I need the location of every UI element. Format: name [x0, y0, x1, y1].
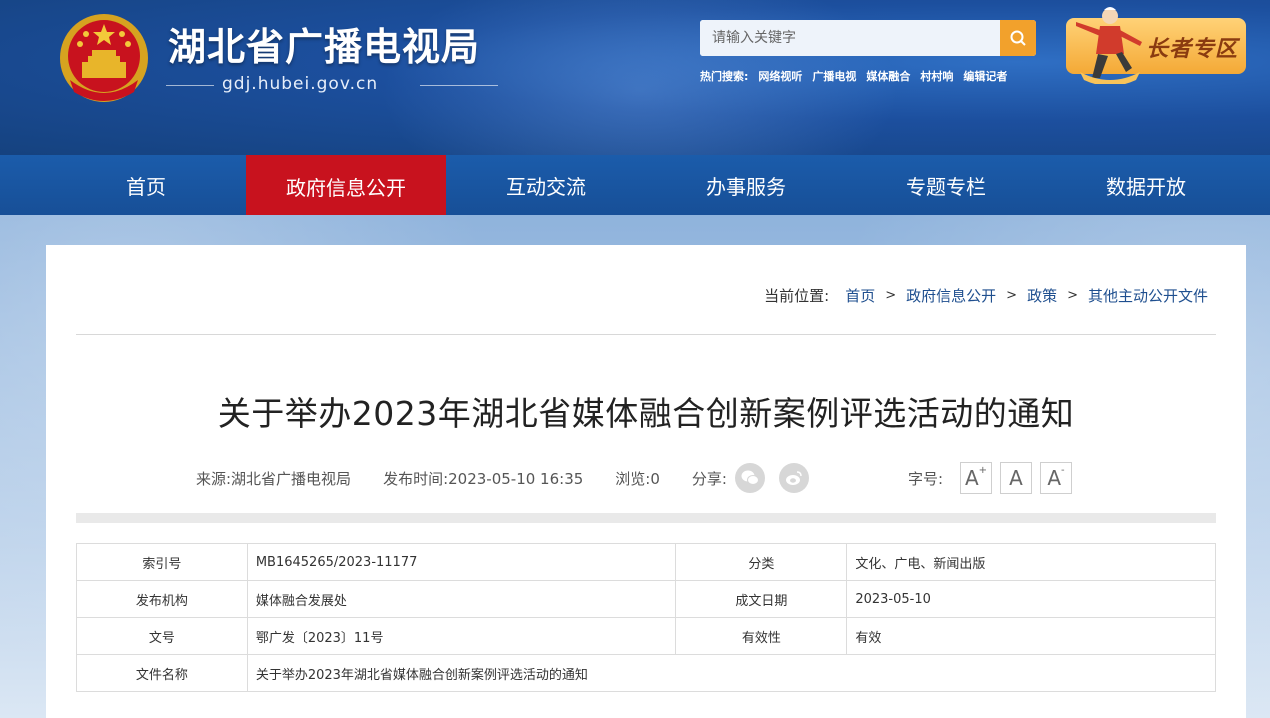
document-info-table: 索引号 MB1645265/2023-11177 分类 文化、广电、新闻出版 发…	[76, 543, 1217, 692]
domain-line-left	[166, 85, 214, 86]
breadcrumb-separator: >	[885, 288, 897, 303]
site-title: 湖北省广播电视局	[168, 25, 481, 69]
font-decrease-button[interactable]: A-	[1040, 462, 1072, 494]
table-value: 文化、广电、新闻出版	[846, 543, 1216, 581]
article-title: 关于举办2023年湖北省媒体融合创新案例评选活动的通知	[217, 394, 1075, 433]
nav-item-gov-info[interactable]: 政府信息公开	[246, 155, 446, 218]
article-publish-time: 发布时间:2023-05-10 16:35	[383, 469, 584, 488]
hot-search-item[interactable]: 编辑记者	[963, 68, 1007, 84]
breadcrumb-item-policy[interactable]: 政策	[1027, 285, 1057, 306]
nav-item-interaction[interactable]: 互动交流	[446, 155, 646, 215]
weibo-share-button[interactable]	[778, 463, 809, 493]
weibo-icon	[785, 471, 802, 485]
breadcrumb-item-other-files[interactable]: 其他主动公开文件	[1088, 285, 1208, 306]
content-card: 当前位置: 首页 > 政府信息公开 > 政策 > 其他主动公开文件 关于举办20…	[46, 245, 1246, 718]
table-value: 鄂广发〔2023〕11号	[246, 617, 677, 655]
search-box	[700, 20, 1036, 56]
hot-search-item[interactable]: 网络视听	[758, 68, 802, 84]
hot-search-item[interactable]: 村村响	[920, 68, 953, 84]
nav-item-topics[interactable]: 专题专栏	[846, 155, 1046, 215]
domain-line-right	[420, 85, 498, 86]
search-input[interactable]	[700, 20, 1000, 56]
elder-zone-label: 长者专区	[1146, 37, 1239, 62]
national-emblem-icon	[60, 14, 148, 102]
table-row: 发布机构 媒体融合发展处 成文日期 2023-05-10	[76, 580, 1216, 618]
nav-item-home[interactable]: 首页	[46, 155, 246, 215]
main-nav: 首页 政府信息公开 互动交流 办事服务 专题专栏 数据开放	[0, 155, 1270, 218]
table-key: 发布机构	[76, 580, 248, 618]
hot-search: 热门搜索: 网络视听 广播电视 媒体融合 村村响 编辑记者	[700, 68, 1007, 84]
table-value: 媒体融合发展处	[246, 580, 677, 618]
article-source: 来源:湖北省广播电视局	[196, 469, 352, 488]
table-value: 2023-05-10	[846, 580, 1216, 618]
nav-item-open-data[interactable]: 数据开放	[1046, 155, 1246, 215]
site-header: 湖北省广播电视局 gdj.hubei.gov.cn 热门搜索: 网络视听 广播电…	[0, 0, 1270, 155]
font-size-label: 字号:	[908, 470, 944, 488]
nav-item-services[interactable]: 办事服务	[646, 155, 846, 215]
hot-search-label: 热门搜索:	[700, 70, 749, 83]
table-key: 文号	[76, 617, 248, 655]
hot-search-item[interactable]: 媒体融合	[866, 68, 910, 84]
breadcrumb: 当前位置: 首页 > 政府信息公开 > 政策 > 其他主动公开文件	[764, 285, 1208, 306]
table-value: 关于举办2023年湖北省媒体融合创新案例评选活动的通知	[246, 654, 1217, 692]
breadcrumb-divider	[76, 334, 1216, 335]
breadcrumb-item-home[interactable]: 首页	[845, 285, 875, 306]
site-domain: gdj.hubei.gov.cn	[222, 74, 379, 94]
breadcrumb-separator: >	[1067, 288, 1078, 303]
search-icon	[1010, 30, 1026, 46]
wechat-share-button[interactable]	[734, 463, 765, 493]
share-label: 分享:	[691, 469, 727, 488]
search-button[interactable]	[1000, 20, 1036, 56]
table-key: 文件名称	[76, 654, 248, 692]
meta-divider-bar	[76, 513, 1216, 523]
table-row: 索引号 MB1645265/2023-11177 分类 文化、广电、新闻出版	[76, 543, 1216, 581]
table-row: 文号 鄂广发〔2023〕11号 有效性 有效	[76, 617, 1216, 655]
table-row: 文件名称 关于举办2023年湖北省媒体融合创新案例评选活动的通知	[76, 654, 1217, 692]
table-key: 有效性	[675, 617, 848, 655]
taichi-elder-icon	[1076, 7, 1142, 84]
table-key: 索引号	[76, 543, 248, 581]
font-increase-button[interactable]: A +	[960, 462, 992, 494]
breadcrumb-item-gov-info[interactable]: 政府信息公开	[906, 285, 996, 306]
table-key: 分类	[675, 543, 848, 581]
breadcrumb-lead: 当前位置:	[764, 287, 830, 305]
font-default-button[interactable]: A	[1000, 462, 1032, 494]
table-value: 有效	[846, 617, 1216, 655]
wechat-icon	[741, 470, 759, 485]
table-value: MB1645265/2023-11177	[246, 543, 677, 581]
breadcrumb-separator: >	[1006, 288, 1018, 303]
hot-search-item[interactable]: 广播电视	[812, 68, 856, 84]
article-views: 浏览:0	[615, 469, 660, 488]
table-key: 成文日期	[675, 580, 848, 618]
